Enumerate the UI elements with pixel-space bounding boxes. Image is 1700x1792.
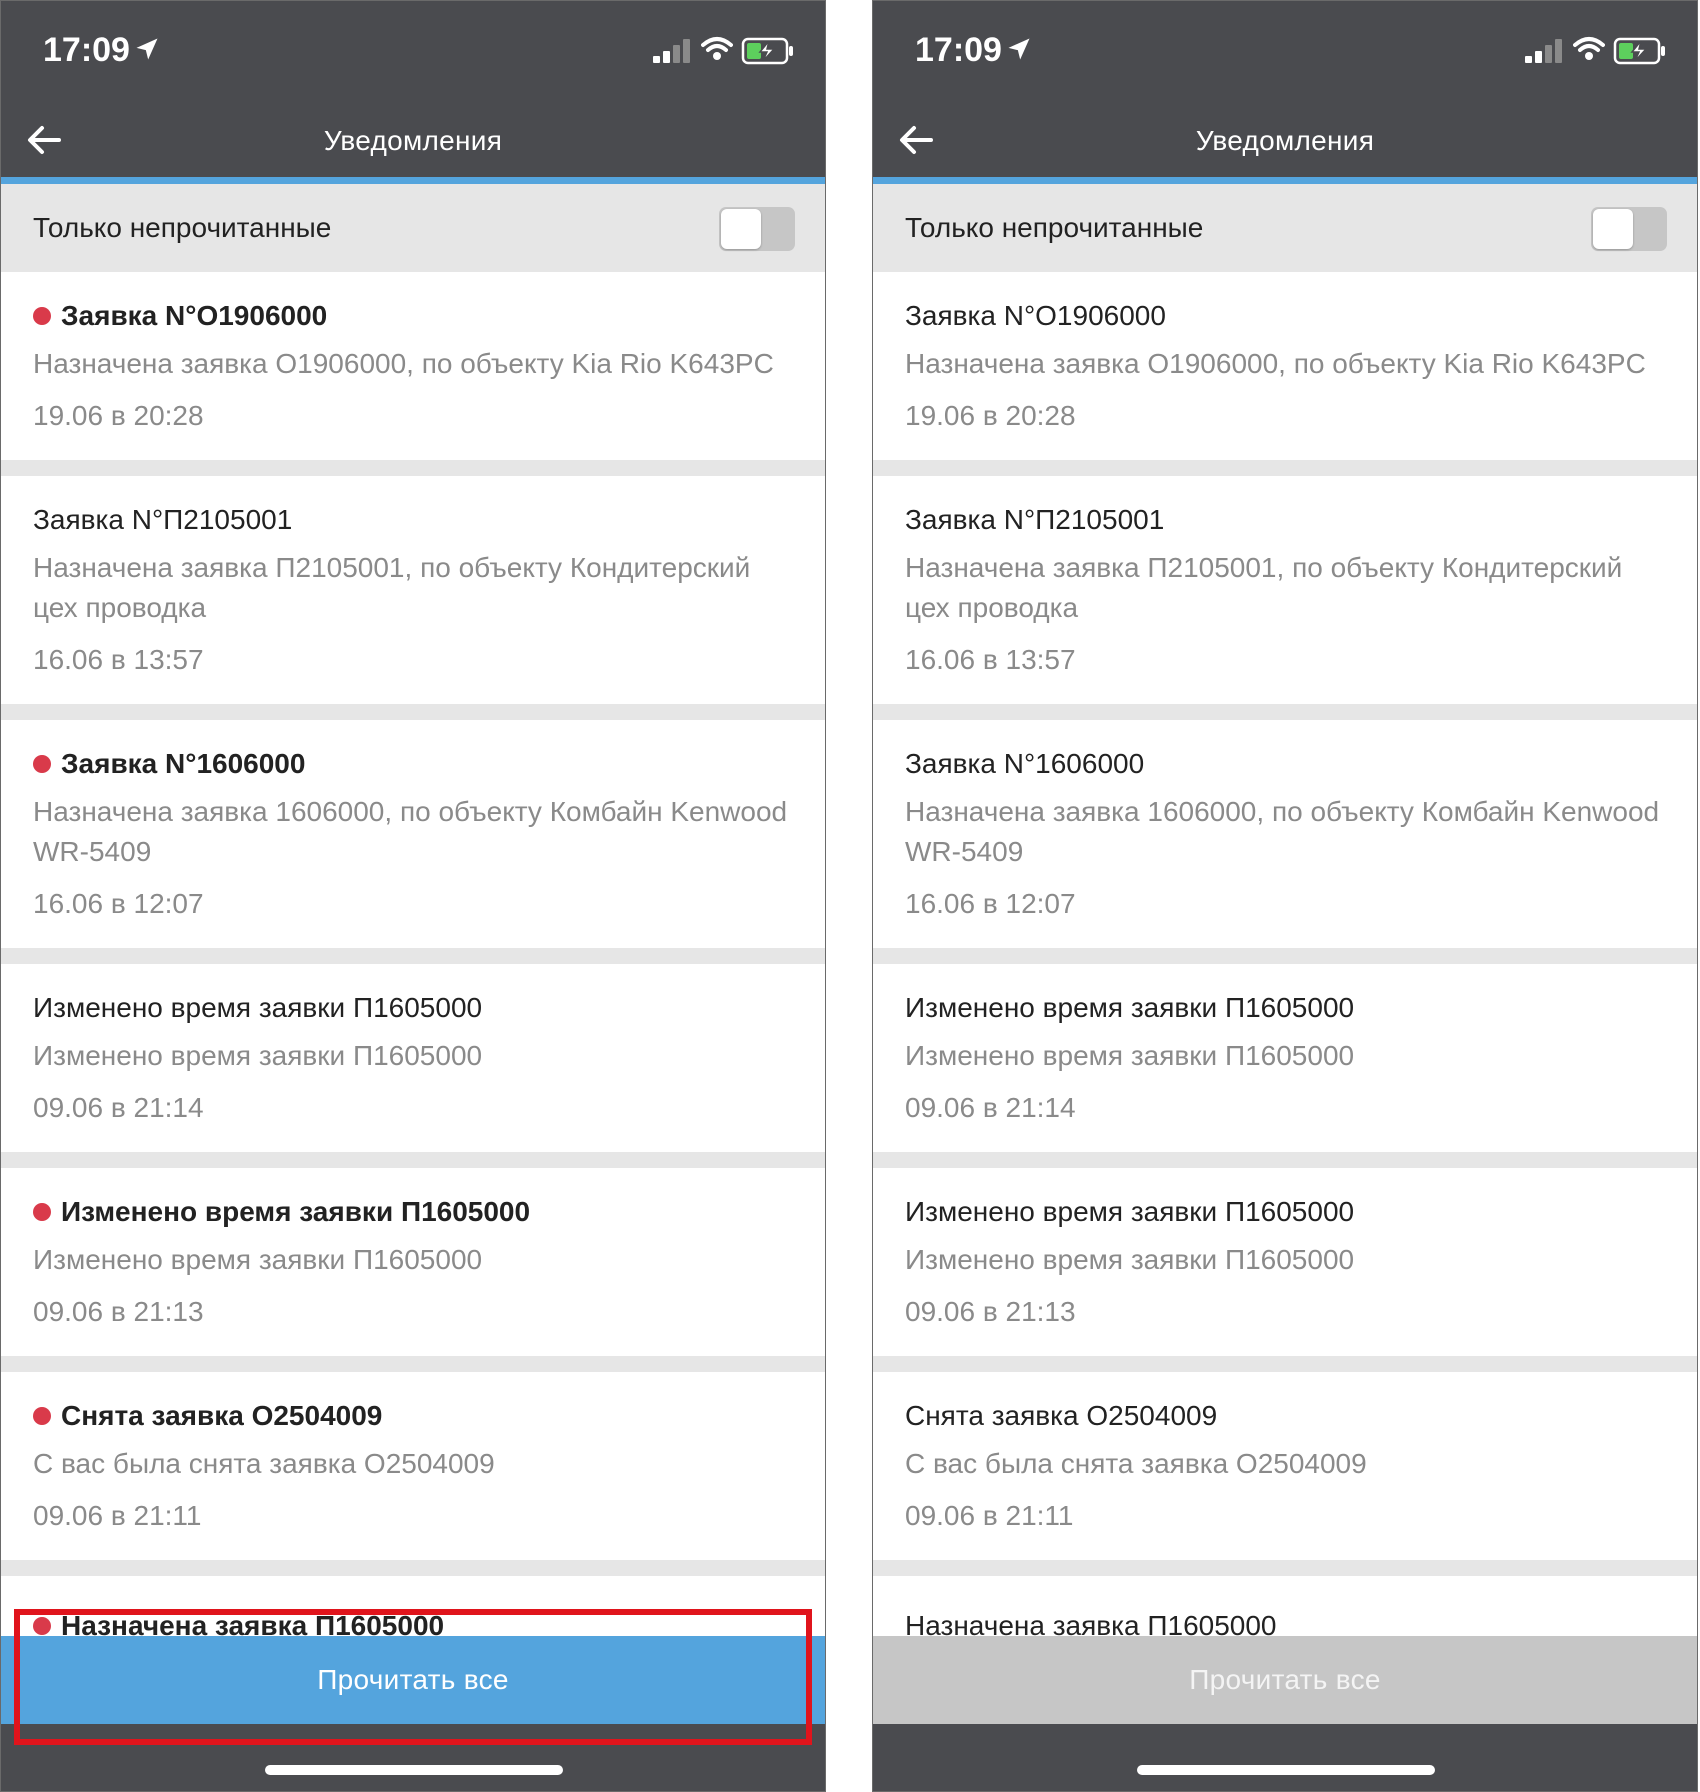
notification-title: Заявка N°1606000 — [905, 742, 1665, 786]
phone-screen-after: 17:09 Уведомления Только непрочитанные З… — [872, 0, 1698, 1792]
unread-dot-icon — [33, 307, 51, 325]
unread-filter-label: Только непрочитанные — [905, 212, 1204, 243]
notification-title-text: Изменено время заявки П1605000 — [905, 1196, 1355, 1227]
notification-title-text: Назначена заявка П1605000 — [905, 1610, 1277, 1636]
notification-body: С вас была снята заявка O2504009 — [33, 1448, 495, 1479]
notification-item[interactable]: Изменено время заявки П1605000 Изменено … — [1, 1168, 825, 1356]
home-indicator[interactable] — [1137, 1765, 1435, 1775]
notification-body: Назначена заявка O1906000, по объекту Ki… — [905, 348, 1646, 379]
unread-filter-row: Только непрочитанные — [873, 184, 1697, 272]
notifications-list: Заявка N°O1906000 Назначена заявка O1906… — [873, 272, 1697, 1636]
cellular-signal-icon — [1525, 37, 1565, 63]
read-all-button-disabled[interactable]: Прочитать все — [873, 1636, 1697, 1724]
notification-title-text: Изменено время заявки П1605000 — [905, 992, 1355, 1023]
location-arrow-icon — [136, 38, 158, 60]
notification-date: 19.06 в 20:28 — [905, 400, 1076, 431]
notification-date: 09.06 в 21:14 — [33, 1092, 204, 1123]
cellular-signal-icon — [653, 37, 693, 63]
notification-title: Заявка N°O1906000 — [33, 294, 793, 338]
notification-title-text: Снята заявка O2504009 — [61, 1400, 383, 1431]
navigation-bar: Уведомления — [1, 101, 825, 184]
battery-charging-icon — [1613, 37, 1665, 65]
unread-dot-icon — [33, 755, 51, 773]
page-title: Уведомления — [1195, 125, 1375, 156]
notification-title-text: Заявка N°П2105001 — [33, 504, 293, 535]
highlight-annotation-box — [14, 1609, 812, 1745]
notification-title-text: Заявка N°П2105001 — [905, 504, 1165, 535]
notification-body: Назначена заявка 1606000, по объекту Ком… — [905, 796, 1660, 867]
notification-date: 19.06 в 20:28 — [33, 400, 204, 431]
notification-date: 09.06 в 21:11 — [905, 1500, 1074, 1531]
notification-body: Назначена заявка П2105001, по объекту Ко… — [33, 552, 751, 623]
unread-only-toggle[interactable] — [719, 207, 795, 251]
unread-dot-icon — [33, 1203, 51, 1221]
notification-body: Назначена заявка П2105001, по объекту Ко… — [905, 552, 1623, 623]
notification-title: Заявка N°O1906000 — [905, 294, 1665, 338]
notification-item[interactable]: Заявка N°1606000 Назначена заявка 160600… — [1, 720, 825, 948]
notification-date: 09.06 в 21:13 — [905, 1296, 1076, 1327]
notification-title-text: Заявка N°1606000 — [905, 748, 1145, 779]
notification-body: Изменено время заявки П1605000 — [905, 1040, 1355, 1071]
notification-title-text: Изменено время заявки П1605000 — [61, 1196, 531, 1227]
notification-date: 16.06 в 13:57 — [905, 644, 1076, 675]
notification-item[interactable]: Заявка N°O1906000 Назначена заявка O1906… — [1, 272, 825, 460]
battery-charging-icon — [741, 37, 793, 65]
notification-body: Изменено время заявки П1605000 — [33, 1244, 483, 1275]
toggle-knob — [1593, 209, 1633, 249]
home-indicator[interactable] — [265, 1765, 563, 1775]
unread-filter-label: Только непрочитанные — [33, 212, 332, 243]
notification-title: Назначена заявка П1605000 — [905, 1604, 1665, 1636]
unread-dot-icon — [33, 1407, 51, 1425]
notification-item[interactable]: Снята заявка O2504009 С вас была снята з… — [873, 1372, 1697, 1560]
notification-item[interactable]: Изменено время заявки П1605000 Изменено … — [873, 1168, 1697, 1356]
navigation-bar: Уведомления — [873, 101, 1697, 184]
notification-title: Изменено время заявки П1605000 — [905, 1190, 1665, 1234]
notification-item[interactable]: Заявка N°O1906000 Назначена заявка O1906… — [873, 272, 1697, 460]
status-bar: 17:09 — [873, 1, 1697, 101]
notification-item[interactable]: Назначена заявка П1605000 — [873, 1576, 1697, 1636]
notification-date: 09.06 в 21:13 — [33, 1296, 204, 1327]
status-bar: 17:09 — [1, 1, 825, 101]
notification-title: Заявка N°П2105001 — [905, 498, 1665, 542]
notification-item[interactable]: Снята заявка O2504009 С вас была снята з… — [1, 1372, 825, 1560]
notification-item[interactable]: Заявка N°П2105001 Назначена заявка П2105… — [1, 476, 825, 704]
notification-title: Снята заявка O2504009 — [905, 1394, 1665, 1438]
notification-body: С вас была снята заявка O2504009 — [905, 1448, 1367, 1479]
notification-title-text: Снята заявка O2504009 — [905, 1400, 1218, 1431]
notification-date: 16.06 в 12:07 — [905, 888, 1076, 919]
notification-date: 09.06 в 21:11 — [33, 1500, 202, 1531]
notification-item[interactable]: Заявка N°П2105001 Назначена заявка П2105… — [873, 476, 1697, 704]
notification-date: 16.06 в 12:07 — [33, 888, 204, 919]
notification-title-text: Заявка N°O1906000 — [905, 300, 1166, 331]
notification-body: Назначена заявка O1906000, по объекту Ki… — [33, 348, 774, 379]
notification-title: Снята заявка O2504009 — [33, 1394, 793, 1438]
notification-body: Изменено время заявки П1605000 — [905, 1244, 1355, 1275]
notification-title: Изменено время заявки П1605000 — [905, 986, 1665, 1030]
status-time: 17:09 — [43, 31, 130, 69]
wifi-icon — [1573, 37, 1605, 60]
notification-date: 16.06 в 13:57 — [33, 644, 204, 675]
notification-title: Изменено время заявки П1605000 — [33, 1190, 793, 1234]
location-arrow-icon — [1008, 38, 1030, 60]
page-title: Уведомления — [323, 125, 503, 156]
wifi-icon — [701, 37, 733, 60]
notifications-list: Заявка N°O1906000 Назначена заявка O1906… — [1, 272, 825, 1636]
unread-only-toggle[interactable] — [1591, 207, 1667, 251]
notification-title: Заявка N°1606000 — [33, 742, 793, 786]
notification-date: 09.06 в 21:14 — [905, 1092, 1076, 1123]
notification-item[interactable]: Изменено время заявки П1605000 Изменено … — [873, 964, 1697, 1152]
status-time: 17:09 — [915, 31, 1002, 69]
notification-title-text: Заявка N°O1906000 — [61, 300, 328, 331]
notification-title-text: Изменено время заявки П1605000 — [33, 992, 483, 1023]
notification-body: Назначена заявка 1606000, по объекту Ком… — [33, 796, 788, 867]
notification-title: Изменено время заявки П1605000 — [33, 986, 793, 1030]
toggle-knob — [721, 209, 761, 249]
notification-item[interactable]: Изменено время заявки П1605000 Изменено … — [1, 964, 825, 1152]
notification-title: Заявка N°П2105001 — [33, 498, 793, 542]
phone-screen-before: 17:09 Уведомления Только непрочитанные З… — [0, 0, 826, 1792]
unread-filter-row: Только непрочитанные — [1, 184, 825, 272]
notification-title-text: Заявка N°1606000 — [61, 748, 306, 779]
notification-body: Изменено время заявки П1605000 — [33, 1040, 483, 1071]
notification-item[interactable]: Заявка N°1606000 Назначена заявка 160600… — [873, 720, 1697, 948]
